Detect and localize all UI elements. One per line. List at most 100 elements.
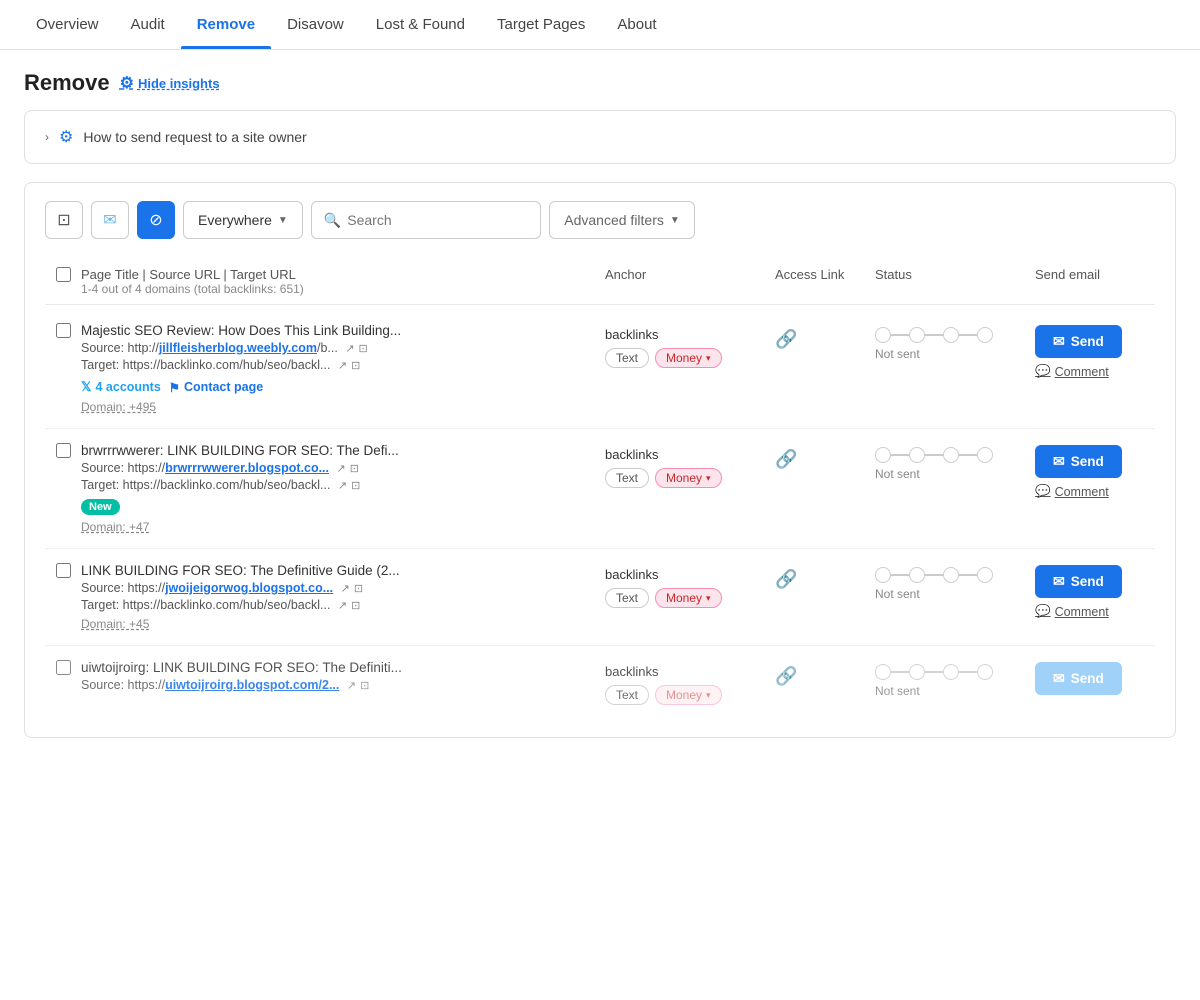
copy-url-icon[interactable]: ⊡ (360, 679, 369, 692)
step-line-2 (925, 334, 943, 336)
row-target: Target: https://backlinko.com/hub/seo/ba… (81, 598, 605, 612)
header-send-email: Send email (1035, 267, 1155, 282)
chain-link-icon[interactable]: 🔗 (775, 449, 797, 470)
row-main-col: brwrrrwwerer: LINK BUILDING FOR SEO: The… (81, 443, 605, 534)
source-link[interactable]: uiwtoijroirg.blogspot.com/2... (165, 678, 339, 692)
row-domain: Domain: +495 (81, 400, 605, 414)
nav-target-pages[interactable]: Target Pages (481, 0, 601, 49)
url-icons: ↗ ⊡ (338, 599, 360, 612)
send-button[interactable]: ✉ Send (1035, 325, 1122, 358)
contact-badge[interactable]: ⚑ Contact page (169, 380, 263, 395)
external-link-icon[interactable]: ↗ (338, 359, 347, 372)
row-main-col: LINK BUILDING FOR SEO: The Definitive Gu… (81, 563, 605, 631)
chain-link-icon[interactable]: 🔗 (775, 666, 797, 687)
chain-link-icon[interactable]: 🔗 (775, 329, 797, 350)
copy-button[interactable]: ⊡ (45, 201, 83, 239)
status-col: Not sent (875, 323, 1035, 361)
chevron-down-icon: ▼ (670, 215, 680, 226)
money-tag[interactable]: Money ▾ (655, 685, 722, 705)
text-tag[interactable]: Text (605, 588, 649, 608)
send-button[interactable]: ✉ Send (1035, 445, 1122, 478)
comment-link[interactable]: 💬 Comment (1035, 484, 1109, 499)
nav-disavow[interactable]: Disavow (271, 0, 360, 49)
send-button[interactable]: ✉ Send (1035, 565, 1122, 598)
row-checkbox[interactable] (56, 563, 71, 578)
url-icons: ↗ ⊡ (338, 479, 360, 492)
access-col: 🔗 (775, 443, 875, 470)
text-tag[interactable]: Text (605, 685, 649, 705)
nav-overview[interactable]: Overview (20, 0, 115, 49)
block-icon: ⊘ (149, 210, 162, 230)
copy-url-icon[interactable]: ⊡ (350, 462, 359, 475)
step-circle-3 (943, 447, 959, 463)
source-link[interactable]: jillfleisherblog.weebly.com (159, 341, 317, 355)
nav-lost-found[interactable]: Lost & Found (360, 0, 481, 49)
hide-insights-button[interactable]: ⚙ Hide insights (120, 73, 220, 93)
source-link[interactable]: jwoijeigorwog.blogspot.co... (165, 581, 333, 595)
search-input[interactable] (347, 212, 528, 228)
nav-audit[interactable]: Audit (115, 0, 181, 49)
advanced-filters-label: Advanced filters (564, 212, 664, 228)
nav-about[interactable]: About (601, 0, 672, 49)
table-row: uiwtoijroirg: LINK BUILDING FOR SEO: The… (45, 646, 1155, 719)
chevron-down-icon: ▾ (706, 353, 711, 364)
status-text: Not sent (875, 467, 1035, 481)
block-button[interactable]: ⊘ (137, 201, 175, 239)
step-circle-1 (875, 664, 891, 680)
status-steps (875, 447, 1035, 463)
text-tag[interactable]: Text (605, 348, 649, 368)
row-meta: 𝕏 4 accounts ⚑ Contact page (81, 379, 605, 395)
money-tag[interactable]: Money ▾ (655, 348, 722, 368)
insight-box[interactable]: › ⚙ How to send request to a site owner (24, 110, 1176, 164)
nav-remove[interactable]: Remove (181, 0, 271, 49)
row-main-col: uiwtoijroirg: LINK BUILDING FOR SEO: The… (81, 660, 605, 692)
comment-link[interactable]: 💬 Comment (1035, 364, 1109, 379)
row-checkbox[interactable] (56, 323, 71, 338)
search-box: 🔍 (311, 201, 541, 239)
external-link-icon[interactable]: ↗ (337, 462, 346, 475)
copy-url-icon[interactable]: ⊡ (351, 599, 360, 612)
source-link[interactable]: brwrrrwwerer.blogspot.co... (165, 461, 329, 475)
send-all-button[interactable]: ✉ (91, 201, 129, 239)
search-icon: 🔍 (324, 212, 341, 229)
row-source: Source: https://jwoijeigorwog.blogspot.c… (81, 581, 605, 595)
chain-link-icon[interactable]: 🔗 (775, 569, 797, 590)
comment-icon: 💬 (1035, 364, 1051, 379)
comment-link[interactable]: 💬 Comment (1035, 604, 1109, 619)
status-text: Not sent (875, 347, 1035, 361)
row-checkbox-col (45, 563, 81, 578)
header-checkbox-col (45, 267, 81, 282)
email-icon: ✉ (1053, 670, 1065, 687)
text-tag[interactable]: Text (605, 468, 649, 488)
external-link-icon[interactable]: ↗ (338, 479, 347, 492)
row-checkbox[interactable] (56, 443, 71, 458)
anchor-col: backlinks Text Money ▾ (605, 443, 775, 488)
external-link-icon[interactable]: ↗ (338, 599, 347, 612)
select-all-checkbox[interactable] (56, 267, 71, 282)
money-tag[interactable]: Money ▾ (655, 468, 722, 488)
table-row: Majestic SEO Review: How Does This Link … (45, 309, 1155, 429)
copy-url-icon[interactable]: ⊡ (354, 582, 363, 595)
money-tag[interactable]: Money ▾ (655, 588, 722, 608)
copy-url-icon[interactable]: ⊡ (351, 359, 360, 372)
step-line-3 (959, 454, 977, 456)
chevron-down-icon: ▾ (706, 473, 711, 484)
row-checkbox[interactable] (56, 660, 71, 675)
page-title-text: Remove (24, 70, 110, 96)
external-link-icon[interactable]: ↗ (345, 342, 354, 355)
step-circle-1 (875, 327, 891, 343)
accounts-badge[interactable]: 𝕏 4 accounts (81, 379, 161, 395)
step-circle-1 (875, 567, 891, 583)
external-link-icon[interactable]: ↗ (347, 679, 356, 692)
chevron-down-icon: ▼ (278, 215, 288, 226)
external-link-icon[interactable]: ↗ (341, 582, 350, 595)
nav-bar: Overview Audit Remove Disavow Lost & Fou… (0, 0, 1200, 50)
advanced-filters-button[interactable]: Advanced filters ▼ (549, 201, 695, 239)
step-line-3 (959, 671, 977, 673)
copy-url-icon[interactable]: ⊡ (351, 479, 360, 492)
url-icons: ↗ ⊡ (341, 582, 363, 595)
step-circle-3 (943, 664, 959, 680)
copy-url-icon[interactable]: ⊡ (359, 342, 368, 355)
location-dropdown[interactable]: Everywhere ▼ (183, 201, 303, 239)
send-button[interactable]: ✉ Send (1035, 662, 1122, 695)
